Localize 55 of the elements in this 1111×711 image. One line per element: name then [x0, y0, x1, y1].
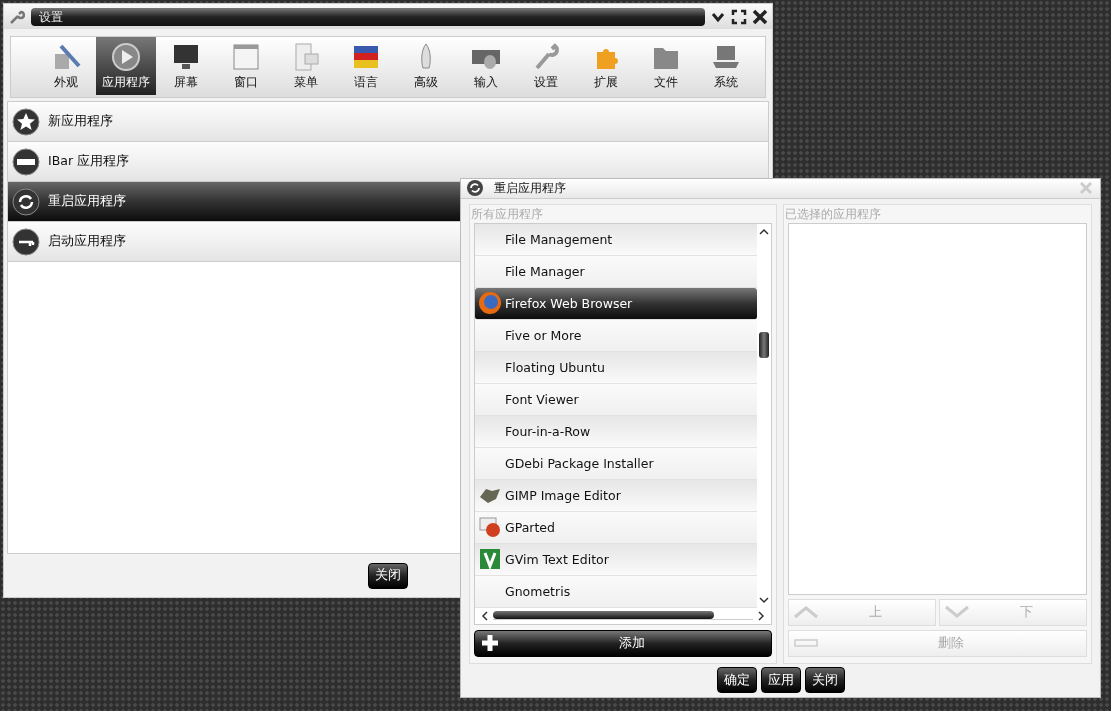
toolbar-tab[interactable]: 系统 [696, 37, 756, 95]
chevron-left-icon[interactable] [481, 610, 489, 621]
list-item[interactable]: IBar 应用程序 [8, 142, 768, 182]
close-icon[interactable] [752, 8, 768, 25]
app-list-item[interactable]: Gnometris [475, 575, 757, 608]
scrollbar-thumb[interactable] [493, 611, 714, 620]
toolbar-tab[interactable]: 文件 [636, 37, 696, 95]
app-list-item[interactable]: Five or More [475, 319, 757, 352]
play-icon [111, 41, 141, 72]
globe-icon [478, 291, 502, 316]
v-logo-icon [478, 547, 502, 572]
scrollbar-thumb[interactable] [759, 331, 769, 358]
app-list-item[interactable]: GDebi Package Installer [475, 447, 757, 480]
app-list-item[interactable]: GIMP Image Editor [475, 479, 757, 512]
minus-icon [12, 147, 40, 176]
close-button[interactable]: 关闭 [804, 667, 845, 694]
refresh-icon [466, 179, 484, 198]
chevron-down-icon[interactable] [759, 595, 769, 604]
app-list-item[interactable]: Four-in-a-Row [475, 415, 757, 448]
panel-heading: 已选择的应用程序 [785, 205, 882, 223]
toolbar-tab[interactable]: 高级 [396, 37, 456, 95]
app-list-item[interactable]: Font Viewer [475, 383, 757, 416]
dialog-title: 重启应用程序 [494, 179, 567, 197]
maximize-icon[interactable] [731, 8, 747, 25]
window-title: 设置 [31, 7, 705, 26]
pie-chart-icon [478, 515, 502, 540]
apply-button[interactable]: 应用 [760, 667, 801, 694]
chevron-down-icon [944, 605, 970, 620]
toolbar-tab[interactable]: 输入 [456, 37, 516, 95]
toolbar-tab[interactable]: 外观 [36, 37, 96, 95]
chevron-right-icon[interactable] [757, 610, 765, 621]
toolbar-tab[interactable]: 应用程序 [96, 37, 156, 95]
close-button[interactable]: 关闭 [368, 562, 408, 589]
refresh-icon [12, 187, 40, 216]
app-list-item[interactable]: File Management [475, 223, 757, 256]
plus-icon [481, 634, 499, 653]
chevron-up-icon[interactable] [759, 227, 769, 236]
app-list-item[interactable]: File Manager [475, 255, 757, 288]
app-list-item[interactable]: GVim Text Editor [475, 543, 757, 576]
toolbar-tab[interactable]: 扩展 [576, 37, 636, 95]
ok-button[interactable]: 确定 [716, 667, 757, 694]
list-item[interactable]: 新应用程序 [8, 102, 768, 142]
toolbar-tab[interactable]: 语言 [336, 37, 396, 95]
toolbar-tab[interactable]: 屏幕 [156, 37, 216, 95]
chevron-up-icon [793, 605, 819, 620]
add-button[interactable]: 添加 [474, 629, 772, 657]
app-list-item[interactable]: Floating Ubuntu [475, 351, 757, 384]
app-list-item[interactable]: GParted [475, 511, 757, 544]
key-icon [12, 227, 40, 256]
toolbar-tab[interactable]: 设置 [516, 37, 576, 95]
app-list-item[interactable]: Firefox Web Browser [475, 287, 757, 320]
window-icon [231, 41, 261, 72]
toolbar-tab[interactable]: 菜单 [276, 37, 336, 95]
toolbar-tab[interactable]: 窗口 [216, 37, 276, 95]
panel-heading: 所有应用程序 [471, 205, 544, 223]
